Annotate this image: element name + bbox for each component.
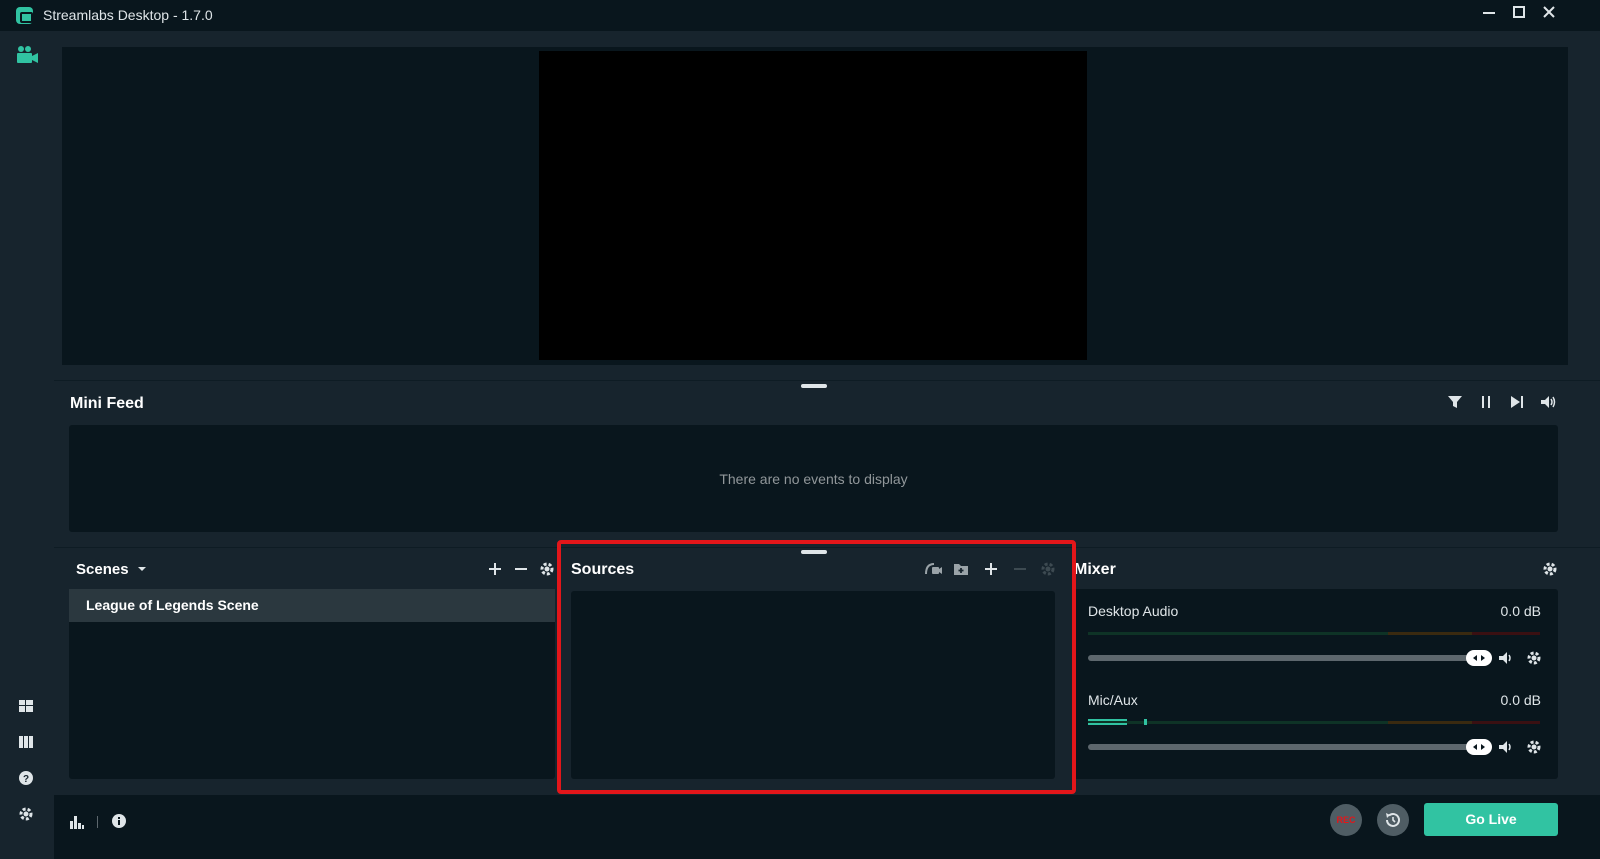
meter-peak (1144, 719, 1147, 725)
stream-preview[interactable] (539, 51, 1087, 360)
feed-empty-text: There are no events to display (719, 471, 908, 487)
gear-icon[interactable] (1525, 649, 1545, 669)
footer-bar (54, 795, 1600, 859)
meter-segment-red (1472, 632, 1540, 635)
speaker-icon[interactable] (1497, 738, 1517, 758)
scene-item[interactable]: League of Legends Scene (69, 589, 555, 622)
go-live-button[interactable]: Go Live (1424, 803, 1558, 836)
layout-icon[interactable] (17, 697, 37, 717)
gear-icon[interactable] (538, 560, 558, 580)
gear-icon[interactable] (1525, 738, 1545, 758)
info-icon[interactable] (110, 812, 130, 832)
pause-icon[interactable] (1477, 393, 1497, 413)
meter-segment-green (1088, 632, 1388, 635)
footer-separator (97, 816, 98, 828)
mini-feed-title: Mini Feed (70, 395, 144, 412)
meter-level (1088, 723, 1127, 725)
add-icon[interactable] (486, 560, 506, 580)
scene-item-label: League of Legends Scene (86, 597, 259, 613)
main-area: Mini Feed There are no events to display… (54, 31, 1600, 859)
mixer-channel-db: 0.0 dB (1500, 692, 1541, 708)
volume-slider[interactable] (1088, 655, 1492, 661)
volume-slider[interactable] (1088, 744, 1492, 750)
volume-icon[interactable] (1539, 393, 1559, 413)
meter-segment-green (1088, 721, 1388, 724)
settings-icon[interactable] (17, 805, 37, 825)
left-sidebar: ? (0, 31, 54, 859)
sources-highlight-box (557, 540, 1076, 794)
volume-slider-handle[interactable] (1466, 739, 1492, 755)
window-title: Streamlabs Desktop - 1.7.0 (43, 7, 213, 23)
volume-slider-handle[interactable] (1466, 650, 1492, 666)
mixer-channel-name: Desktop Audio (1088, 603, 1179, 619)
mini-feed-box: There are no events to display (69, 425, 1558, 532)
mixer-title: Mixer (1074, 561, 1116, 578)
mixer-box: Desktop Audio 0.0 dB Mic/Aux 0.0 dB (1074, 589, 1558, 779)
title-bar: Streamlabs Desktop - 1.7.0 (0, 0, 1600, 31)
maximize-icon[interactable] (1507, 4, 1531, 26)
mixer-channel-name: Mic/Aux (1088, 692, 1138, 708)
columns-icon[interactable] (17, 733, 37, 753)
remove-icon[interactable] (512, 560, 532, 580)
scenes-list: League of Legends Scene (69, 589, 555, 779)
studio-camera-icon[interactable] (17, 45, 38, 65)
close-icon[interactable] (1537, 4, 1561, 26)
help-icon[interactable]: ? (17, 769, 37, 789)
filter-icon[interactable] (1446, 393, 1466, 413)
meter-level (1088, 719, 1127, 721)
svg-text:?: ? (23, 774, 29, 785)
replay-buffer-icon (1386, 812, 1400, 827)
scenes-title[interactable]: Scenes (76, 561, 129, 578)
resize-handle[interactable] (801, 384, 827, 388)
chevron-down-icon[interactable] (134, 561, 154, 581)
gear-icon[interactable] (1541, 560, 1561, 580)
stats-icon[interactable] (68, 813, 88, 833)
replay-buffer-button[interactable] (1377, 804, 1409, 836)
app-logo-icon (16, 7, 33, 24)
rec-button[interactable]: REC (1330, 804, 1362, 836)
meter-segment-yellow (1388, 721, 1472, 724)
meter-segment-red (1472, 721, 1540, 724)
meter-segment-yellow (1388, 632, 1472, 635)
skip-icon[interactable] (1508, 393, 1528, 413)
mixer-channel-db: 0.0 dB (1500, 603, 1541, 619)
minimize-icon[interactable] (1477, 4, 1501, 26)
divider (54, 380, 1600, 381)
preview-area (62, 47, 1568, 365)
speaker-icon[interactable] (1497, 649, 1517, 669)
